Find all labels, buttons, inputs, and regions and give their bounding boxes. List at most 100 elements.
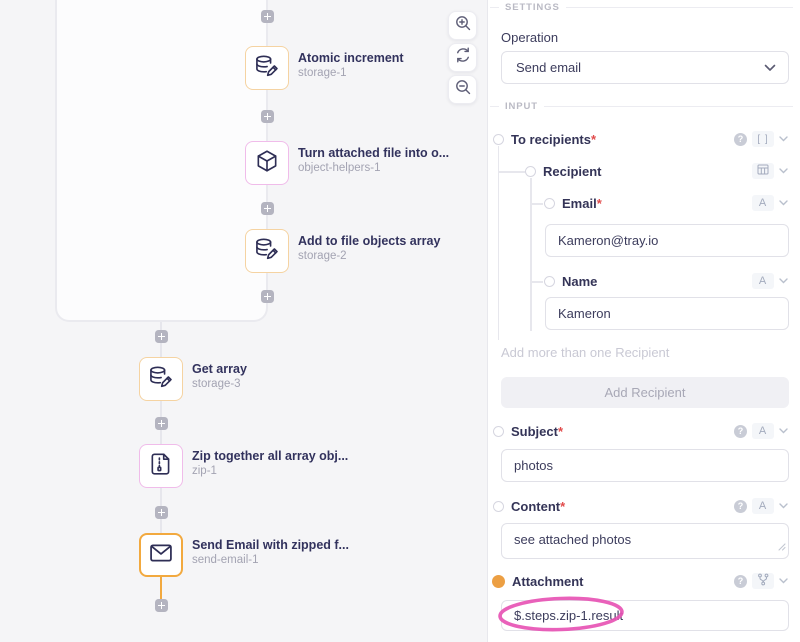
input-section-header: INPUT <box>490 101 793 112</box>
settings-section-header: SETTINGS <box>490 2 793 13</box>
zoom-in-icon <box>454 14 472 37</box>
zoom-out-icon <box>454 78 472 101</box>
chevron-down-icon <box>779 200 788 206</box>
node-object-helpers-1[interactable] <box>245 141 289 185</box>
add-more-hint: Add more than one Recipient <box>501 345 669 360</box>
node-title: Add to file objects array <box>298 233 440 249</box>
field-row-to-recipients: To recipients* ? [ ] <box>488 131 788 147</box>
field-row-subject: Subject* ? A <box>488 423 788 439</box>
connector-line-active <box>160 575 162 602</box>
required-asterisk: * <box>597 196 602 211</box>
field-label: Recipient <box>543 164 602 179</box>
chevron-down-icon <box>779 428 788 434</box>
field-toggle[interactable] <box>544 276 555 287</box>
node-title: Get array <box>192 361 247 377</box>
workflow-editor: Atomic increment storage-1 Turn attached… <box>0 0 800 642</box>
required-asterisk: * <box>560 499 565 514</box>
table-icon <box>757 164 769 178</box>
settings-header-label: SETTINGS <box>505 2 560 13</box>
required-asterisk: * <box>558 424 563 439</box>
resize-grip-icon[interactable] <box>778 538 786 556</box>
type-selector-jsonpath[interactable] <box>752 573 774 589</box>
loop-container <box>55 0 268 322</box>
node-subtitle: storage-1 <box>298 66 404 80</box>
chevron-down-icon <box>779 503 788 509</box>
field-toggle[interactable] <box>544 198 555 209</box>
field-row-name: Name A <box>488 273 788 289</box>
content-textarea[interactable]: see attached photos <box>501 523 789 559</box>
zip-file-icon <box>148 451 174 482</box>
chevron-down-icon <box>779 136 788 142</box>
node-storage-2[interactable] <box>245 229 289 273</box>
field-toggle-jsonpath[interactable] <box>492 575 505 588</box>
add-step-button[interactable] <box>261 110 274 123</box>
node-subtitle: zip-1 <box>192 464 348 478</box>
required-asterisk: * <box>591 132 596 147</box>
help-icon[interactable]: ? <box>734 500 747 513</box>
help-icon[interactable]: ? <box>734 133 747 146</box>
field-label: Attachment <box>512 574 584 589</box>
node-title: Turn attached file into o... <box>298 145 449 161</box>
field-label: Email* <box>562 196 602 211</box>
field-label: Subject* <box>511 424 563 439</box>
help-icon[interactable]: ? <box>734 425 747 438</box>
sync-icon <box>454 46 472 69</box>
workflow-canvas[interactable]: Atomic increment storage-1 Turn attached… <box>0 0 487 642</box>
operation-select[interactable]: Send email <box>501 51 789 84</box>
branch-icon <box>757 573 769 589</box>
add-step-button[interactable] <box>261 10 274 23</box>
input-header-label: INPUT <box>505 101 538 112</box>
type-selector-string[interactable]: A <box>752 498 774 514</box>
reset-zoom-button[interactable] <box>448 43 477 72</box>
field-label: Content* <box>511 499 565 514</box>
node-title: Zip together all array obj... <box>192 448 348 464</box>
field-row-email: Email* A <box>488 195 788 211</box>
field-label: Name <box>562 274 597 289</box>
add-recipient-button[interactable]: Add Recipient <box>501 377 789 408</box>
add-step-button[interactable] <box>155 599 168 612</box>
attachment-input[interactable] <box>501 600 789 631</box>
type-selector-array[interactable]: [ ] <box>752 131 774 147</box>
node-zip-1[interactable] <box>139 444 183 488</box>
add-step-button[interactable] <box>155 506 168 519</box>
field-row-content: Content* ? A <box>488 498 788 514</box>
type-selector-string[interactable]: A <box>752 423 774 439</box>
node-storage-3[interactable] <box>139 357 183 401</box>
type-selector-string[interactable]: A <box>752 273 774 289</box>
storage-icon <box>148 364 174 395</box>
help-icon[interactable]: ? <box>734 575 747 588</box>
node-subtitle: storage-3 <box>192 377 247 391</box>
field-row-recipient: Recipient <box>488 163 788 179</box>
zoom-out-button[interactable] <box>448 75 477 104</box>
add-step-button[interactable] <box>261 202 274 215</box>
add-step-button[interactable] <box>155 330 168 343</box>
operation-value: Send email <box>516 60 764 75</box>
zoom-in-button[interactable] <box>448 11 477 40</box>
chevron-down-icon <box>779 168 788 174</box>
storage-icon <box>254 236 280 267</box>
add-step-button[interactable] <box>261 290 274 303</box>
field-toggle[interactable] <box>493 501 504 512</box>
envelope-icon <box>147 539 175 572</box>
cube-icon <box>254 148 280 179</box>
node-title: Atomic increment <box>298 50 404 66</box>
field-toggle[interactable] <box>493 134 504 145</box>
type-selector-string[interactable]: A <box>752 195 774 211</box>
node-subtitle: storage-2 <box>298 249 440 263</box>
subject-input[interactable] <box>501 449 789 482</box>
type-selector-object[interactable] <box>752 163 774 179</box>
properties-panel: SETTINGS Operation Send email INPUT To r… <box>487 0 800 642</box>
field-toggle[interactable] <box>493 426 504 437</box>
node-subtitle: send-email-1 <box>192 553 349 567</box>
node-storage-1[interactable] <box>245 46 289 90</box>
chevron-down-icon <box>779 578 788 584</box>
add-step-button[interactable] <box>155 417 168 430</box>
node-title: Send Email with zipped f... <box>192 537 349 553</box>
field-row-attachment: Attachment ? <box>488 573 788 589</box>
field-toggle[interactable] <box>525 166 536 177</box>
name-input[interactable] <box>545 297 789 330</box>
node-send-email-1[interactable] <box>139 533 183 577</box>
email-input[interactable] <box>545 224 789 257</box>
storage-icon <box>254 53 280 84</box>
node-subtitle: object-helpers-1 <box>298 161 449 175</box>
